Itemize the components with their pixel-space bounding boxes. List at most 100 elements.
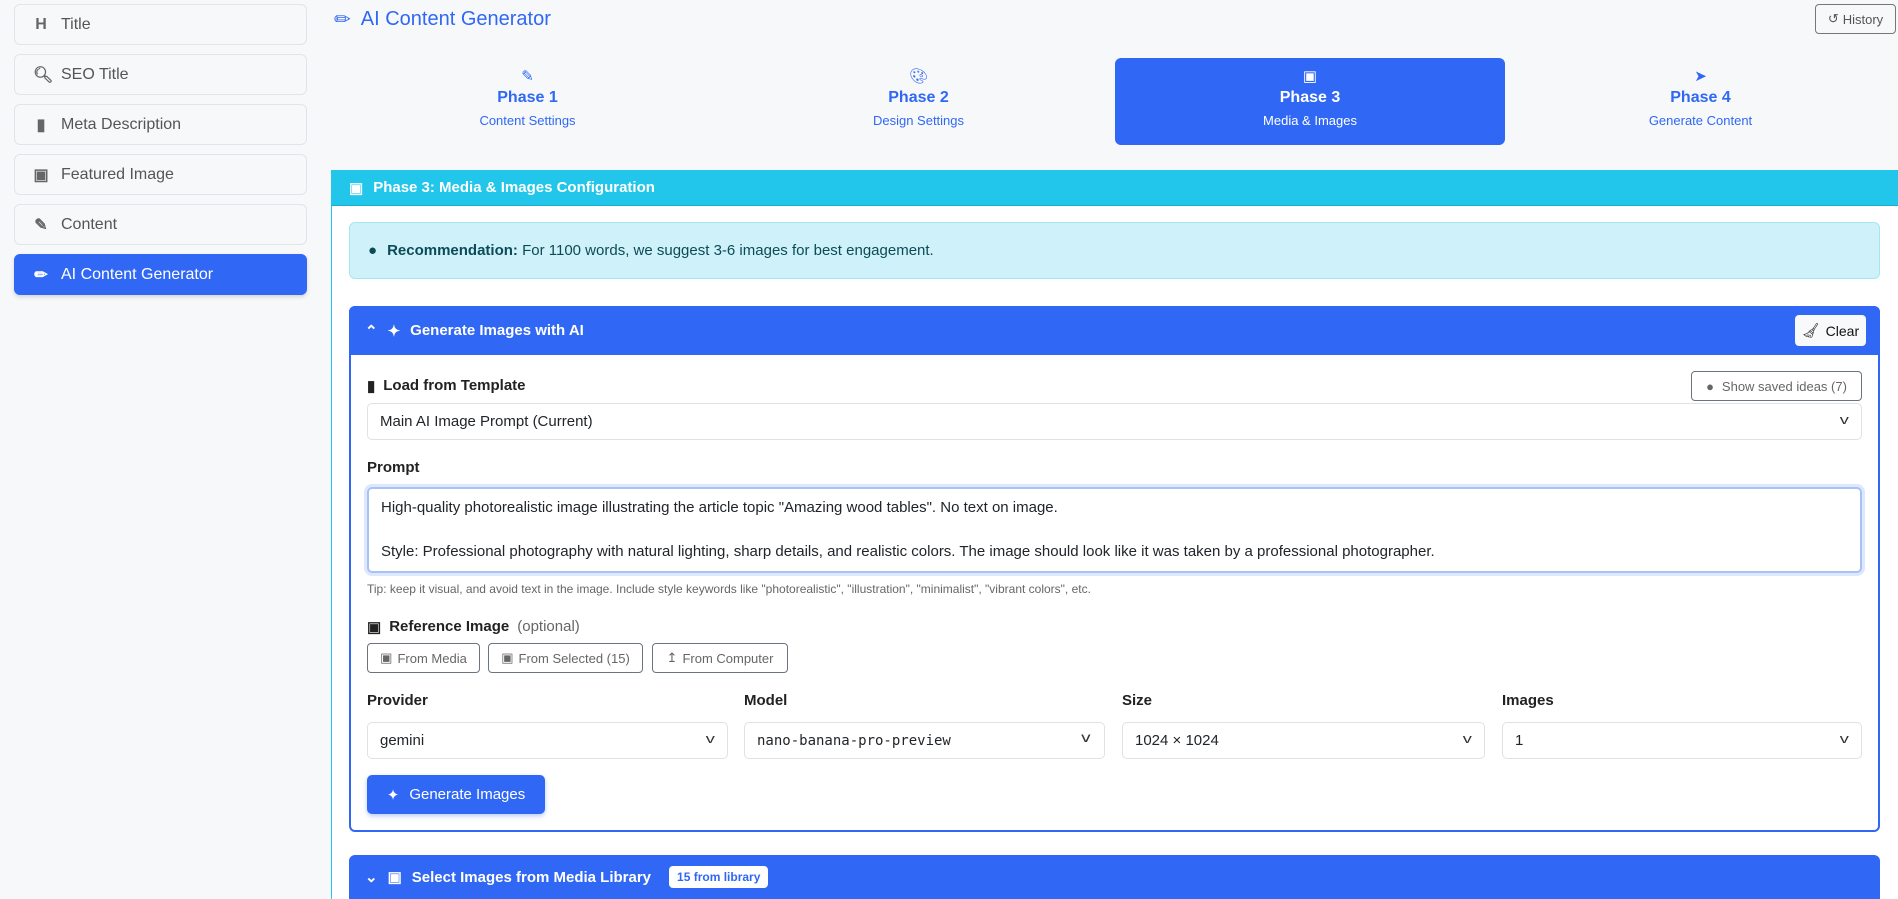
prompt-line: Style: Professional photography with nat… [381,543,1435,560]
prompt-textarea[interactable]: High-quality photorealistic image illust… [367,487,1862,573]
prompt-line: High-quality photorealistic image illust… [381,499,1058,516]
images-icon: ▣ [1302,68,1318,85]
size-value: 1024 × 1024 [1135,732,1219,749]
history-label: History [1842,11,1884,27]
search-icon: 🔍︎ [33,66,54,84]
reference-image-label: ▣ Reference Image (optional) [367,618,580,636]
chevron-down-icon: v [1839,731,1849,746]
clear-label: Clear [1825,322,1860,339]
sidebar-item-label: SEO Title [61,65,129,83]
image-icon: ▣ [501,650,514,665]
pencil-icon: ✏︎ [34,266,48,284]
saved-ideas-label: Show saved ideas (7) [1721,378,1847,394]
sidebar-item-label: AI Content Generator [61,265,214,283]
sidebar-item-featured-image[interactable]: ▣ Featured Image [14,154,307,195]
model-value: nano-banana-pro-preview [757,732,951,749]
page-title: ✏︎ AI Content Generator [334,7,551,32]
images-count-select[interactable]: 1v [1502,722,1862,759]
sidebar-item-ai-content-generator[interactable]: ✏︎ AI Content Generator [14,254,307,295]
card-header: ▣ Phase 3: Media & Images Configuration [331,170,1898,206]
card-title: Phase 3: Media & Images Configuration [373,179,655,196]
optional-text: (optional) [517,618,580,635]
clear-button[interactable]: 🧹︎ Clear [1795,315,1866,346]
tab-phase-3[interactable]: ▣ Phase 3 Media & Images [1115,58,1505,145]
show-saved-ideas-button[interactable]: ● Show saved ideas (7) [1691,371,1862,401]
history-icon: ↺ [1827,11,1839,26]
tab-subtitle: Design Settings [872,113,965,128]
reference-image-text: Reference Image [389,618,510,635]
tab-name: Phase 1 [497,89,558,106]
edit-icon: ✎ [34,216,48,234]
chevron-down-icon: v [705,731,715,746]
tab-subtitle: Content Settings [479,113,576,128]
upload-icon: ↥ [666,650,678,665]
generate-label: Generate Images [409,786,526,803]
history-button[interactable]: ↺ History [1815,4,1896,34]
template-select[interactable]: Main AI Image Prompt (Current) v [367,403,1862,440]
prompt-label: Prompt [367,459,420,476]
library-title: Select Images from Media Library [411,868,652,886]
size-select[interactable]: 1024 × 1024 v [1122,722,1485,759]
tab-phase-4[interactable]: ➤ Phase 4 Generate Content [1505,58,1896,145]
alert-strong: Recommendation: [387,242,518,259]
chevron-up-icon: ⌃ [365,322,378,340]
from-computer-label: From Computer [682,650,774,666]
sidebar-item-label: Meta Description [61,115,182,133]
tab-name: Phase 3 [1279,89,1341,106]
generate-images-header[interactable]: ⌃ ✦ Generate Images with AI 🧹︎ Clear [349,306,1880,355]
sidebar-item-label: Title [61,15,91,33]
size-label: Size [1122,692,1153,709]
sidebar-item-seo-title[interactable]: 🔍︎ SEO Title [14,54,307,95]
sidebar-item-content[interactable]: ✎ Content [14,204,307,245]
image-icon: ▣ [367,619,382,636]
chevron-down-icon: v [1462,731,1472,746]
media-library-header[interactable]: ⌄ ▣ Select Images from Media Library 15 fro… [349,855,1880,899]
images-icon: ▣ [380,650,393,665]
image-icon: ▣ [33,166,49,184]
tab-name: Phase 2 [888,89,949,106]
from-computer-button[interactable]: ↥ From Computer [652,643,788,673]
provider-value: gemini [380,732,425,749]
model-label: Model [744,692,788,709]
lightbulb-icon: ● [368,242,378,259]
tab-phase-2[interactable]: 🎨︎ Phase 2 Design Settings [723,58,1114,145]
edit-icon: ✎ [521,68,534,85]
sidebar-item-meta-description[interactable]: ▮ Meta Description [14,104,307,145]
heading-icon: H [35,15,47,33]
provider-label: Provider [367,692,428,709]
lightbulb-icon: ● [1706,378,1714,394]
chevron-down-icon: ⌄ [365,869,378,886]
recommendation-alert: ● Recommendation: For 1100 words, we sugg… [349,222,1880,279]
from-selected-button[interactable]: ▣ From Selected (15) [488,643,643,673]
page-title-text: AI Content Generator [360,8,551,30]
sidebar-item-label: Content [61,215,118,233]
template-value: Main AI Image Prompt (Current) [380,413,593,430]
template-label-text: Load from Template [383,377,526,394]
pencil-icon: ✏︎ [334,9,351,31]
prompt-tip: Tip: keep it visual, and avoid text in t… [367,582,1091,596]
tab-name: Phase 4 [1670,89,1731,106]
broom-icon: 🧹︎ [1801,322,1820,338]
magic-wand-icon: ✦ [387,322,401,340]
from-selected-label: From Selected (15) [518,650,630,666]
chevron-down-icon: v [1839,412,1849,427]
template-label: ▮ Load from Template [367,377,526,395]
rocket-icon: ➤ [1694,68,1707,85]
library-count-badge: 15 from library [669,866,769,888]
images-icon: ▣ [387,869,402,886]
images-icon: ▣ [349,179,364,197]
tab-subtitle: Generate Content [1648,113,1753,128]
tab-phase-1[interactable]: ✎ Phase 1 Content Settings [332,58,723,145]
provider-select[interactable]: gemini v [367,722,728,759]
sidebar-item-title[interactable]: H Title [14,4,307,45]
chevron-down-icon: v [1080,731,1092,746]
generate-images-button[interactable]: ✦ Generate Images [367,775,545,814]
sidebar-item-label: Featured Image [61,165,174,183]
images-label: Images [1502,692,1554,709]
model-select[interactable]: nano-banana-pro-preview v [744,722,1105,759]
magic-wand-icon: ✦ [386,786,400,804]
panel-title: Generate Images with AI [410,322,584,339]
from-media-label: From Media [397,650,467,666]
from-media-button[interactable]: ▣ From Media [367,643,480,673]
palette-icon: 🎨︎ [908,68,929,85]
